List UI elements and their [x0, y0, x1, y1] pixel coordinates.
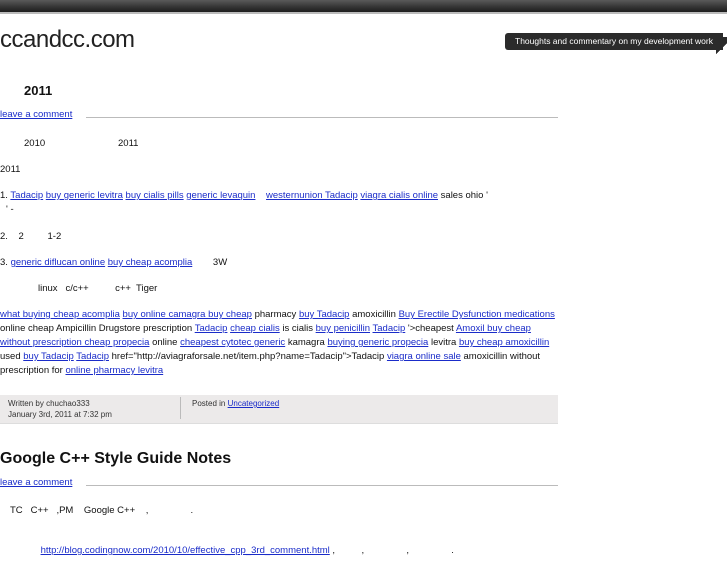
meta-divider [180, 397, 181, 419]
text: href="http://aviagraforsale.net/item.php… [111, 351, 385, 362]
spam-link[interactable]: generic diflucan online [11, 257, 106, 268]
spam-link[interactable]: buy Tadacip [23, 351, 74, 362]
list-item-3: 3. generic diflucan online buy cheap aco… [0, 256, 227, 270]
spam-link[interactable]: Tadacip [195, 323, 228, 334]
text: pharmacy [254, 309, 297, 320]
text: '>cheapest [407, 323, 454, 334]
posted-in-label: Posted in [192, 399, 226, 408]
spam-link[interactable]: generic levaquin [186, 190, 255, 201]
top-bar [0, 0, 727, 14]
spam-link[interactable]: Tadacip [10, 190, 43, 201]
spam-link[interactable]: Tadacip [76, 351, 109, 362]
text: is cialis [282, 323, 313, 334]
spam-link[interactable]: what buying cheap acomplia [0, 309, 120, 320]
text: used [0, 351, 21, 362]
spam-link[interactable]: viagra cialis online [360, 190, 438, 201]
divider [86, 117, 558, 118]
tagline: Thoughts and commentary on my developmen… [505, 33, 723, 50]
text: online cheap Ampicillin Drugstore prescr… [0, 323, 193, 334]
list-number: 3. [0, 257, 8, 268]
text: , , , . [329, 545, 454, 556]
spam-link[interactable]: buy cheap acomplia [108, 257, 193, 268]
comment-line: leave a comment [0, 109, 558, 123]
spam-link[interactable]: buy generic levitra [46, 190, 123, 201]
tagline-fold [716, 37, 727, 57]
spam-paragraph: what buying cheap acomplia buy online ca… [0, 308, 558, 378]
list-item-1: 1. Tadacip buy generic levitra buy ciali… [0, 189, 558, 217]
post-title[interactable]: 2011 [24, 84, 52, 98]
comment-line: leave a comment [0, 477, 558, 491]
spam-link[interactable]: buying generic propecia [327, 337, 428, 348]
spam-link[interactable]: viagra online sale [387, 351, 461, 362]
year-text-a: 2010 [24, 138, 46, 149]
post-author-date: Written by chuchao333 January 3rd, 2011 … [8, 398, 112, 420]
spam-link[interactable]: buy online camagra buy cheap [123, 309, 252, 320]
text: 3W [212, 257, 228, 268]
spam-link[interactable]: buy cialis pills [126, 190, 184, 201]
post-meta: Written by chuchao333 January 3rd, 2011 … [0, 395, 558, 424]
year-line: 2011 [0, 164, 21, 175]
blog-link[interactable]: http://blog.codingnow.com/2010/10/effect… [41, 545, 330, 556]
spam-link[interactable]: buy cheap amoxicillin [459, 337, 549, 348]
tools-line: linux c/c++ c++ Tiger [38, 283, 158, 294]
list-number: 1. [0, 190, 8, 201]
list-item-2: 2. 2 1-2 [0, 231, 62, 242]
link-line: http://blog.codingnow.com/2010/10/effect… [30, 530, 454, 572]
text: amoxicillin [352, 309, 396, 320]
text: levitra [430, 337, 457, 348]
spam-link[interactable]: buy Tadacip [299, 309, 350, 320]
divider [86, 485, 558, 486]
text: ' - [6, 204, 14, 215]
site-title[interactable]: ccandcc.com [0, 26, 135, 54]
spam-link[interactable]: buy penicillin [316, 323, 370, 334]
text: sales ohio ' [440, 190, 488, 201]
text: kamagra [287, 337, 325, 348]
spam-link[interactable]: cheapest cytotec generic [180, 337, 285, 348]
post-title-google-cpp[interactable]: Google C++ Style Guide Notes [0, 450, 231, 468]
spam-link[interactable]: Buy Erectile Dysfunction medications [399, 309, 555, 320]
spam-link[interactable]: westernunion Tadacip [266, 190, 358, 201]
post-date: January 3rd, 2011 at 7:32 pm [8, 410, 112, 419]
category-link[interactable]: Uncategorized [228, 399, 280, 408]
leave-comment-link[interactable]: leave a comment [0, 477, 77, 488]
year-text-b: 2011 [118, 138, 139, 149]
spam-link[interactable]: Tadacip [373, 323, 406, 334]
spam-link[interactable]: cheap cialis [230, 323, 280, 334]
post-category: Posted in Uncategorized [192, 398, 279, 409]
intro-line: TC C++ ,PM Google C++ , . [10, 505, 194, 516]
leave-comment-link[interactable]: leave a comment [0, 109, 77, 120]
text: online [152, 337, 178, 348]
author: Written by chuchao333 [8, 399, 90, 408]
spam-link[interactable]: online pharmacy levitra [65, 365, 163, 376]
